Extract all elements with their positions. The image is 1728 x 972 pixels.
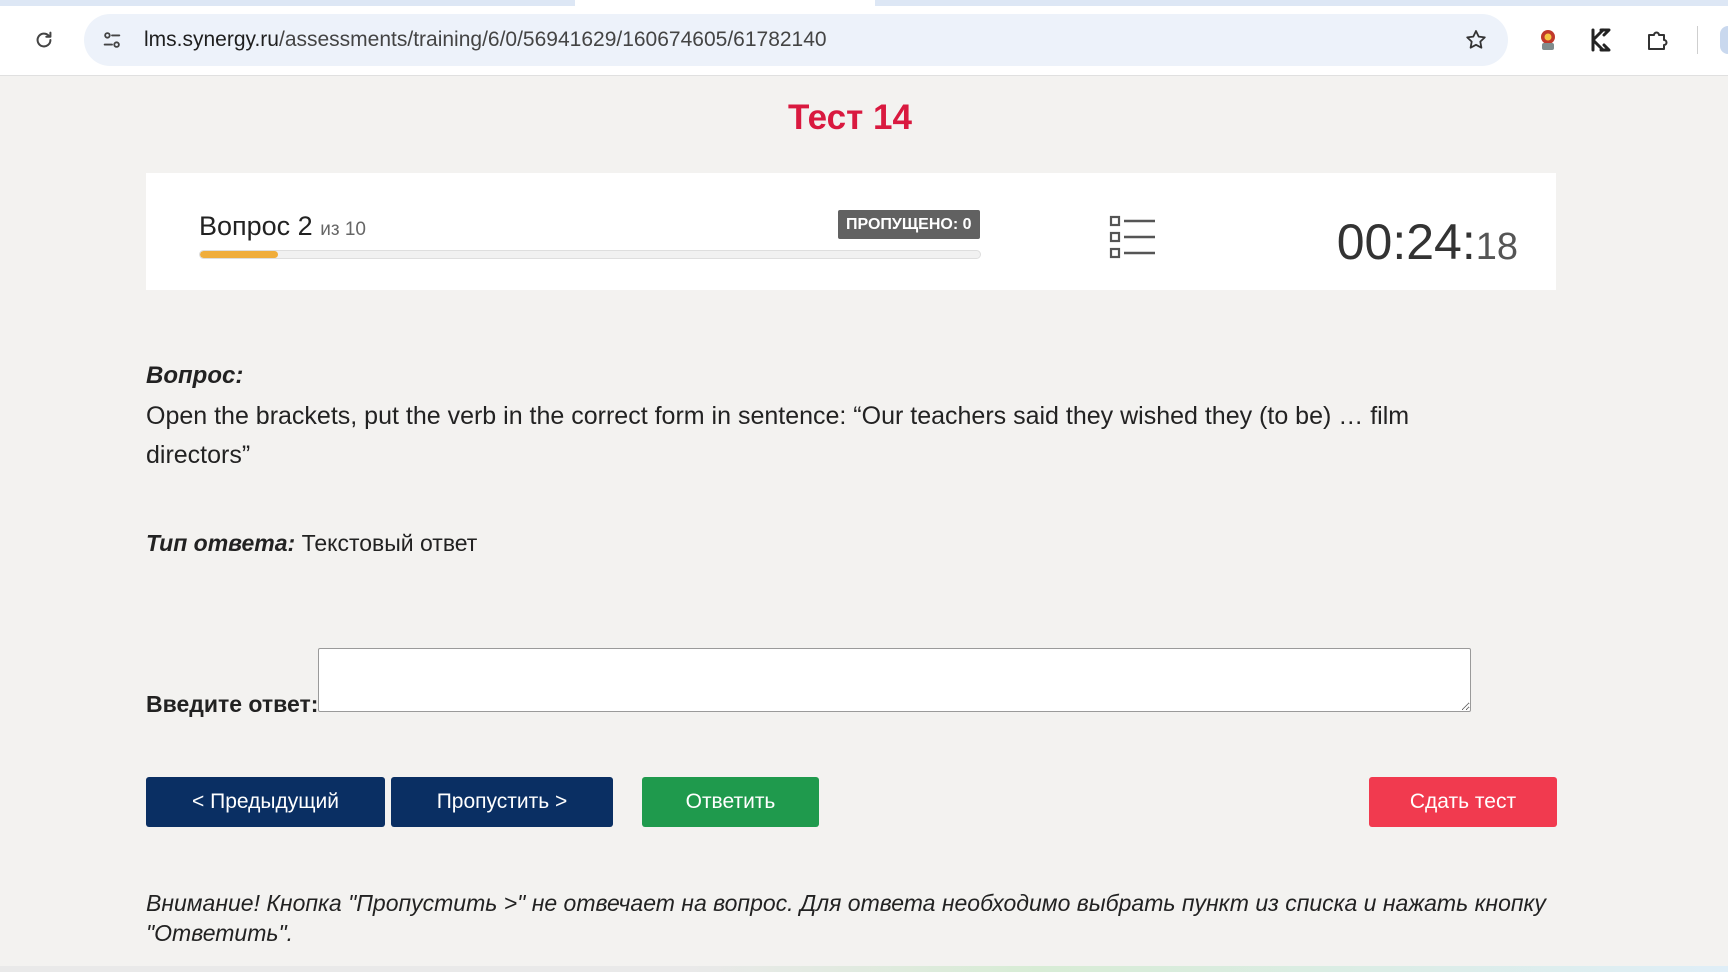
test-header-panel: Вопрос 2 из 10 ПРОПУЩЕНО: 0 00:24:18	[146, 173, 1556, 290]
skipped-badge: ПРОПУЩЕНО: 0	[838, 210, 980, 239]
kaspersky-icon[interactable]	[1586, 24, 1618, 56]
answer-type-label: Тип ответа:	[146, 530, 296, 556]
question-total: из 10	[320, 219, 366, 240]
progress-fill	[200, 251, 278, 258]
progress-bar	[199, 250, 981, 259]
timer-seconds: 18	[1475, 226, 1518, 268]
timer-main: 00:24:	[1336, 214, 1476, 270]
skip-button[interactable]: Пропустить >	[391, 777, 613, 827]
answer-type: Тип ответа: Текстовый ответ	[146, 530, 477, 557]
browser-toolbar: lms.synergy.ru/assessments/training/6/0/…	[0, 0, 1728, 76]
url-text[interactable]: lms.synergy.ru/assessments/training/6/0/…	[144, 28, 827, 52]
question-counter: Вопрос 2 из 10	[199, 211, 366, 242]
answer-button[interactable]: Ответить	[642, 777, 819, 827]
submit-test-button[interactable]: Сдать тест	[1369, 777, 1557, 827]
puzzle-icon[interactable]	[1642, 24, 1674, 56]
tab-strip	[0, 0, 1728, 6]
question-label: Вопрос:	[146, 362, 244, 389]
answer-input[interactable]	[318, 648, 1471, 712]
extension-icon[interactable]	[1532, 24, 1564, 56]
previous-button[interactable]: < Предыдущий	[146, 777, 385, 827]
question-list-icon[interactable]	[1109, 215, 1157, 259]
countdown-timer: 00:24:18	[1337, 213, 1518, 271]
bookmark-star-icon[interactable]	[1462, 26, 1490, 54]
address-bar[interactable]: lms.synergy.ru/assessments/training/6/0/…	[84, 14, 1508, 66]
url-path: /assessments/training/6/0/56941629/16067…	[278, 28, 827, 51]
active-tab[interactable]	[575, 0, 875, 6]
notice-text: Внимание! Кнопка "Пропустить >" не отвеч…	[146, 890, 1546, 946]
answer-input-label: Введите ответ:	[146, 691, 319, 717]
answer-type-value: Текстовый ответ	[301, 530, 478, 556]
question-text: Open the brackets, put the verb in the c…	[146, 402, 1410, 469]
toolbar-divider	[1697, 26, 1698, 54]
taskbar-edge	[0, 966, 1728, 972]
profile-avatar[interactable]	[1720, 26, 1728, 54]
url-host: lms.synergy.ru	[144, 28, 279, 51]
reload-icon[interactable]	[30, 26, 58, 54]
site-info-icon[interactable]	[98, 26, 126, 54]
page-title: Тест 14	[788, 98, 912, 137]
question-number: Вопрос 2	[199, 211, 313, 241]
